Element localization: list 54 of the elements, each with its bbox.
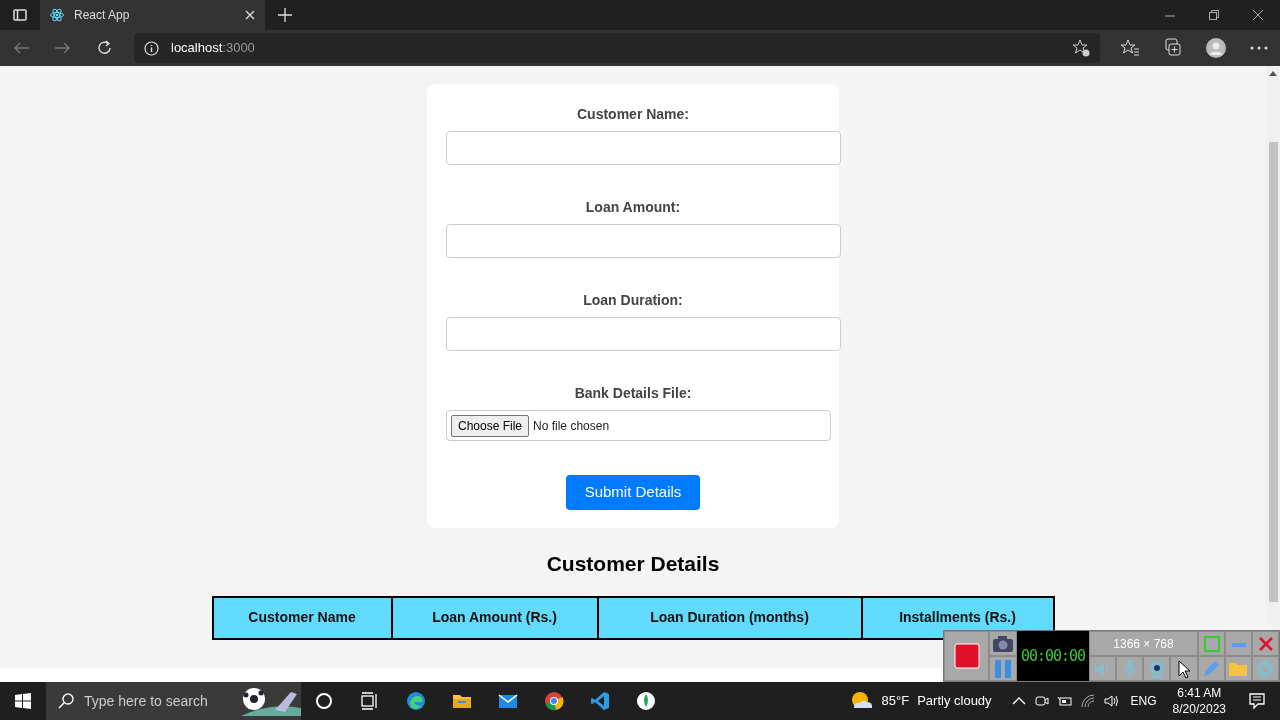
language-indicator[interactable]: ENG (1130, 692, 1157, 710)
address-bar[interactable]: localhost:3000 (134, 33, 1100, 63)
column-header: Customer Name (212, 596, 392, 639)
leaf-app-icon[interactable] (636, 691, 656, 711)
info-icon[interactable] (144, 40, 159, 56)
camera-icon[interactable] (992, 634, 1014, 653)
notifications-icon[interactable] (1248, 692, 1266, 710)
record-stop-icon[interactable] (953, 643, 980, 669)
cortana-icon[interactable] (314, 691, 334, 711)
text-field[interactable] (446, 317, 841, 351)
wifi-icon[interactable] (1080, 693, 1097, 709)
back-icon[interactable] (13, 40, 29, 56)
react-icon (50, 8, 64, 22)
close-icon[interactable] (1253, 10, 1263, 20)
scroll-up-icon[interactable] (1269, 70, 1277, 76)
volume-icon[interactable] (1103, 693, 1120, 709)
soccer-ball-icon (241, 686, 301, 716)
timer-display: 00:00:00 (1017, 631, 1089, 681)
text-field[interactable] (446, 131, 841, 165)
scrollbar[interactable] (1266, 66, 1280, 626)
taskbar-search[interactable]: Type here to search (46, 682, 301, 720)
field-label: Loan Duration: (582, 291, 684, 310)
column-header: Loan Amount (Rs.) (391, 596, 598, 639)
submit-button[interactable]: Submit Details (566, 475, 700, 510)
clock[interactable]: 6:41 AM 8/20/2023 (1172, 685, 1226, 717)
windows-start-icon[interactable] (15, 693, 31, 709)
new-tab-icon[interactable] (278, 8, 292, 22)
field-label: Customer Name: (576, 105, 690, 124)
vscode-icon[interactable] (590, 691, 610, 711)
weather-widget[interactable]: 85°F Partly cloudy (849, 690, 992, 712)
tab-actions-icon[interactable] (13, 9, 27, 21)
restore-icon[interactable] (1209, 10, 1219, 20)
file-input[interactable]: Choose File No file chosen (446, 410, 831, 441)
file-status-text: No file chosen (533, 417, 610, 435)
profile-icon[interactable] (1205, 38, 1226, 58)
table-heading: Customer Details (546, 551, 720, 577)
browser-tab[interactable]: React App (40, 0, 265, 30)
edge-icon[interactable] (406, 691, 426, 711)
field-label: Bank Details File: (573, 384, 693, 403)
choose-file-button[interactable]: Choose File (451, 414, 530, 437)
meet-icon[interactable] (1034, 693, 1051, 709)
task-view-icon[interactable] (360, 691, 380, 711)
text-field[interactable] (446, 224, 841, 258)
search-icon (58, 693, 74, 709)
refresh-icon[interactable] (97, 40, 113, 56)
star-add-icon[interactable] (1072, 39, 1090, 57)
mail-icon[interactable] (498, 691, 518, 711)
column-header: Loan Duration (months) (597, 596, 862, 639)
favorites-icon[interactable] (1119, 38, 1140, 58)
resolution-label: 1366 × 768 (1089, 631, 1198, 656)
field-label: Loan Amount: (584, 198, 682, 217)
forward-icon[interactable] (55, 40, 71, 56)
collections-icon[interactable] (1162, 38, 1183, 58)
chrome-icon[interactable] (544, 691, 564, 711)
